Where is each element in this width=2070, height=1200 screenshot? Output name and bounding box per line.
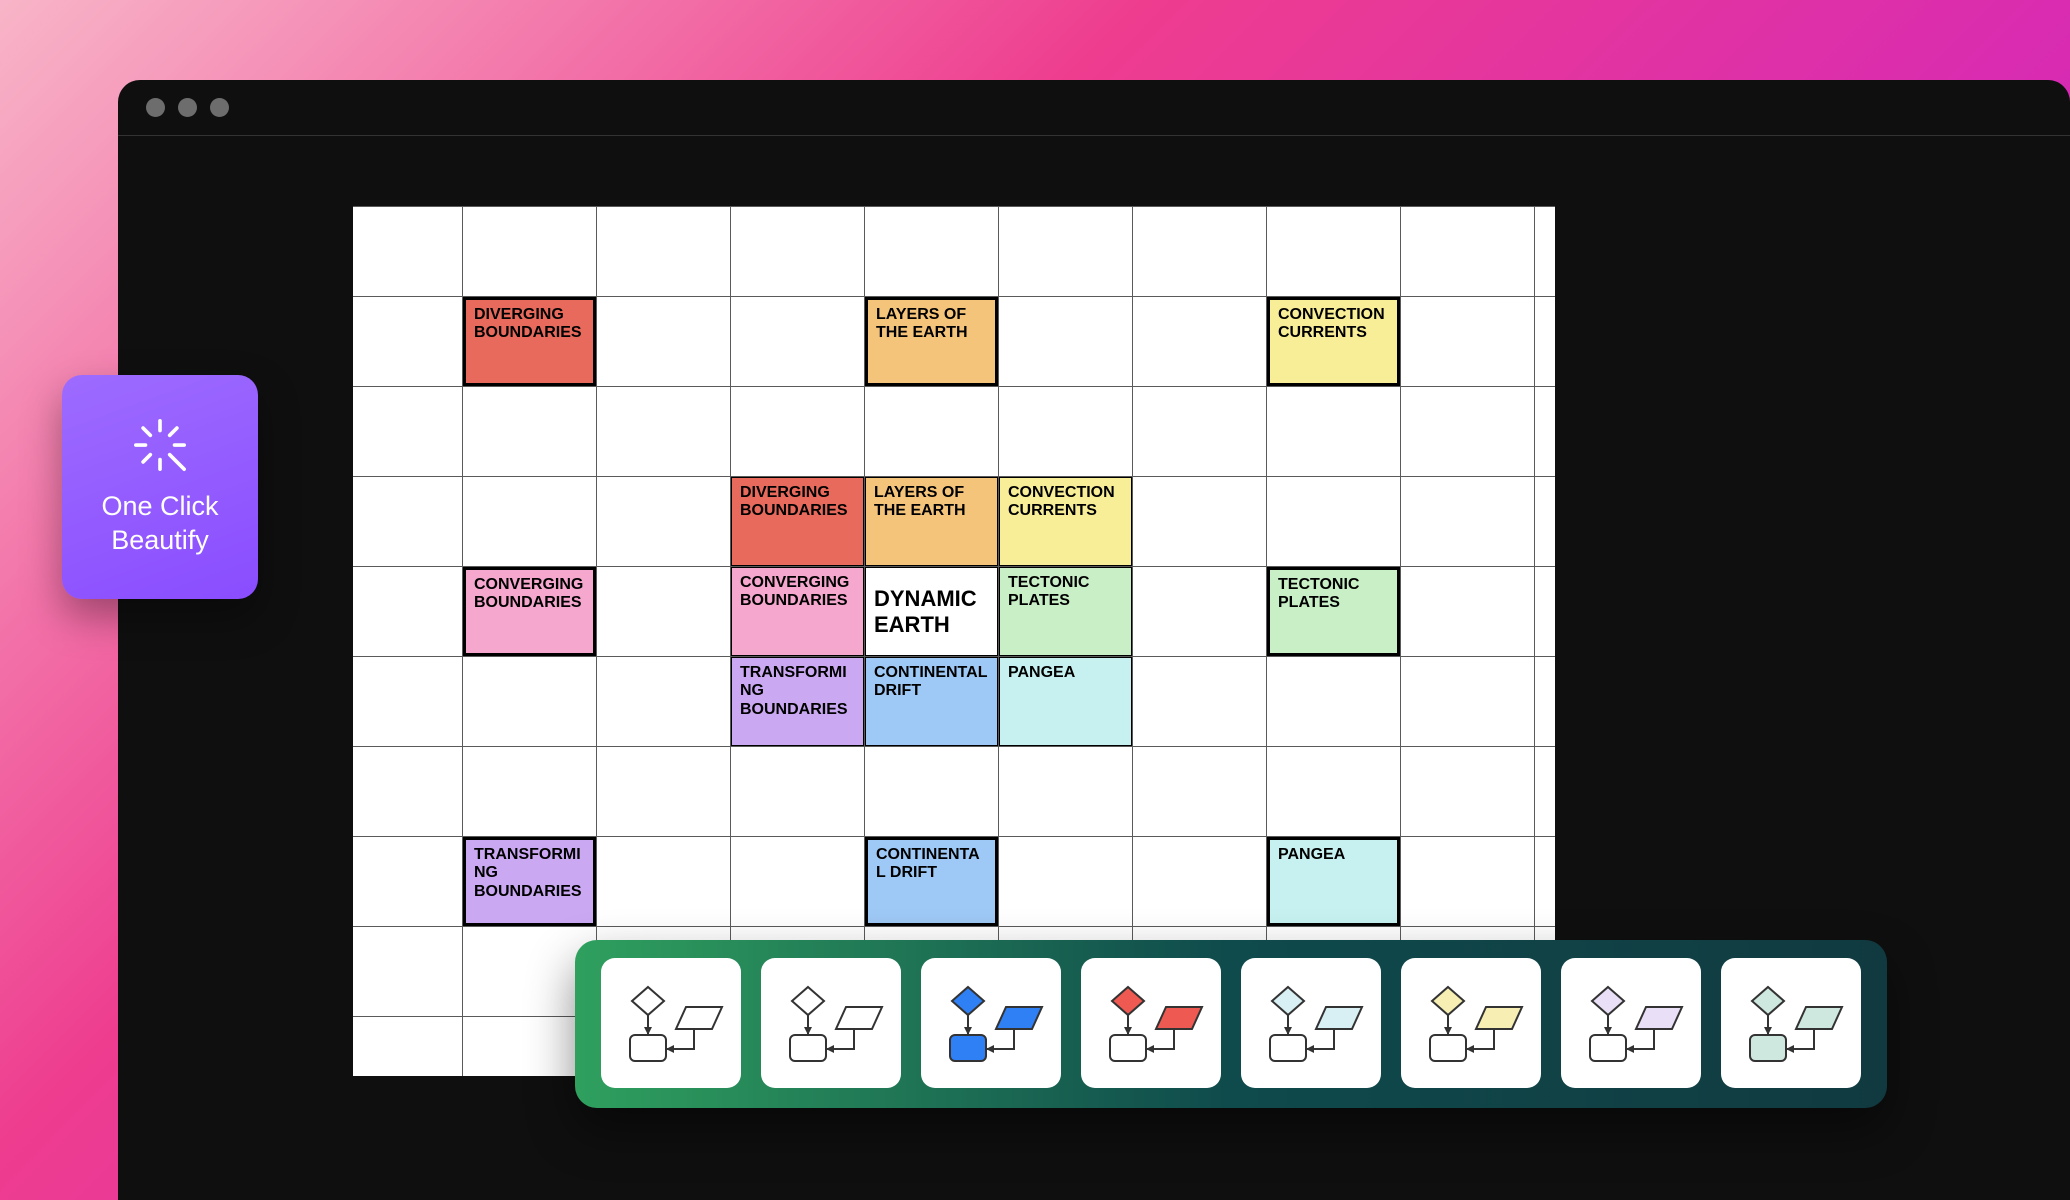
theme-preview-icon <box>616 977 726 1069</box>
one-click-beautify-card[interactable]: One Click Beautify <box>62 375 258 599</box>
theme-preview-icon <box>936 977 1046 1069</box>
diagram-cell[interactable]: TRANSFORMING BOUNDARIES <box>731 657 864 746</box>
diagram-cell[interactable]: CONTINENTAL DRIFT <box>865 657 998 746</box>
theme-swatch[interactable] <box>601 958 741 1088</box>
diagram-cell[interactable]: CONVERGING BOUNDARIES <box>463 567 596 656</box>
window-zoom-dot[interactable] <box>210 98 229 117</box>
theme-preview-icon <box>776 977 886 1069</box>
beautify-label: One Click Beautify <box>101 490 218 558</box>
theme-swatch[interactable] <box>761 958 901 1088</box>
theme-swatch[interactable] <box>1721 958 1861 1088</box>
diagram-cell[interactable]: DYNAMIC EARTH <box>865 567 998 656</box>
diagram-cell[interactable]: DIVERGING BOUNDARIES <box>463 297 596 386</box>
diagram-cell[interactable]: CONVERGING BOUNDARIES <box>731 567 864 656</box>
theme-preview-icon <box>1576 977 1686 1069</box>
window-titlebar <box>118 80 2070 136</box>
window-minimize-dot[interactable] <box>178 98 197 117</box>
theme-swatch[interactable] <box>1241 958 1381 1088</box>
theme-swatch[interactable] <box>1081 958 1221 1088</box>
diagram-cell[interactable]: LAYERS OF THE EARTH <box>865 477 998 566</box>
diagram-cell[interactable]: TRANSFORMING BOUNDARIES <box>463 837 596 926</box>
theme-tray <box>575 940 1887 1108</box>
theme-swatch[interactable] <box>1561 958 1701 1088</box>
diagram-cell[interactable]: TECTONIC PLATES <box>999 567 1132 656</box>
diagram-cell[interactable]: CONTINENTAL DRIFT <box>865 837 998 926</box>
diagram-cell[interactable]: LAYERS OF THE EARTH <box>865 297 998 386</box>
theme-preview-icon <box>1096 977 1206 1069</box>
diagram-cell[interactable]: CONVECTION CURRENTS <box>999 477 1132 566</box>
window-close-dot[interactable] <box>146 98 165 117</box>
theme-preview-icon <box>1416 977 1526 1069</box>
theme-preview-icon <box>1736 977 1846 1069</box>
sparkle-wand-icon <box>131 416 189 474</box>
theme-swatch[interactable] <box>921 958 1061 1088</box>
diagram-cell[interactable]: TECTONIC PLATES <box>1267 567 1400 656</box>
diagram-cell[interactable]: CONVECTION CURRENTS <box>1267 297 1400 386</box>
diagram-cell[interactable]: PANGEA <box>1267 837 1400 926</box>
diagram-cell[interactable]: PANGEA <box>999 657 1132 746</box>
theme-preview-icon <box>1256 977 1366 1069</box>
theme-swatch[interactable] <box>1401 958 1541 1088</box>
diagram-cell[interactable]: DIVERGING BOUNDARIES <box>731 477 864 566</box>
